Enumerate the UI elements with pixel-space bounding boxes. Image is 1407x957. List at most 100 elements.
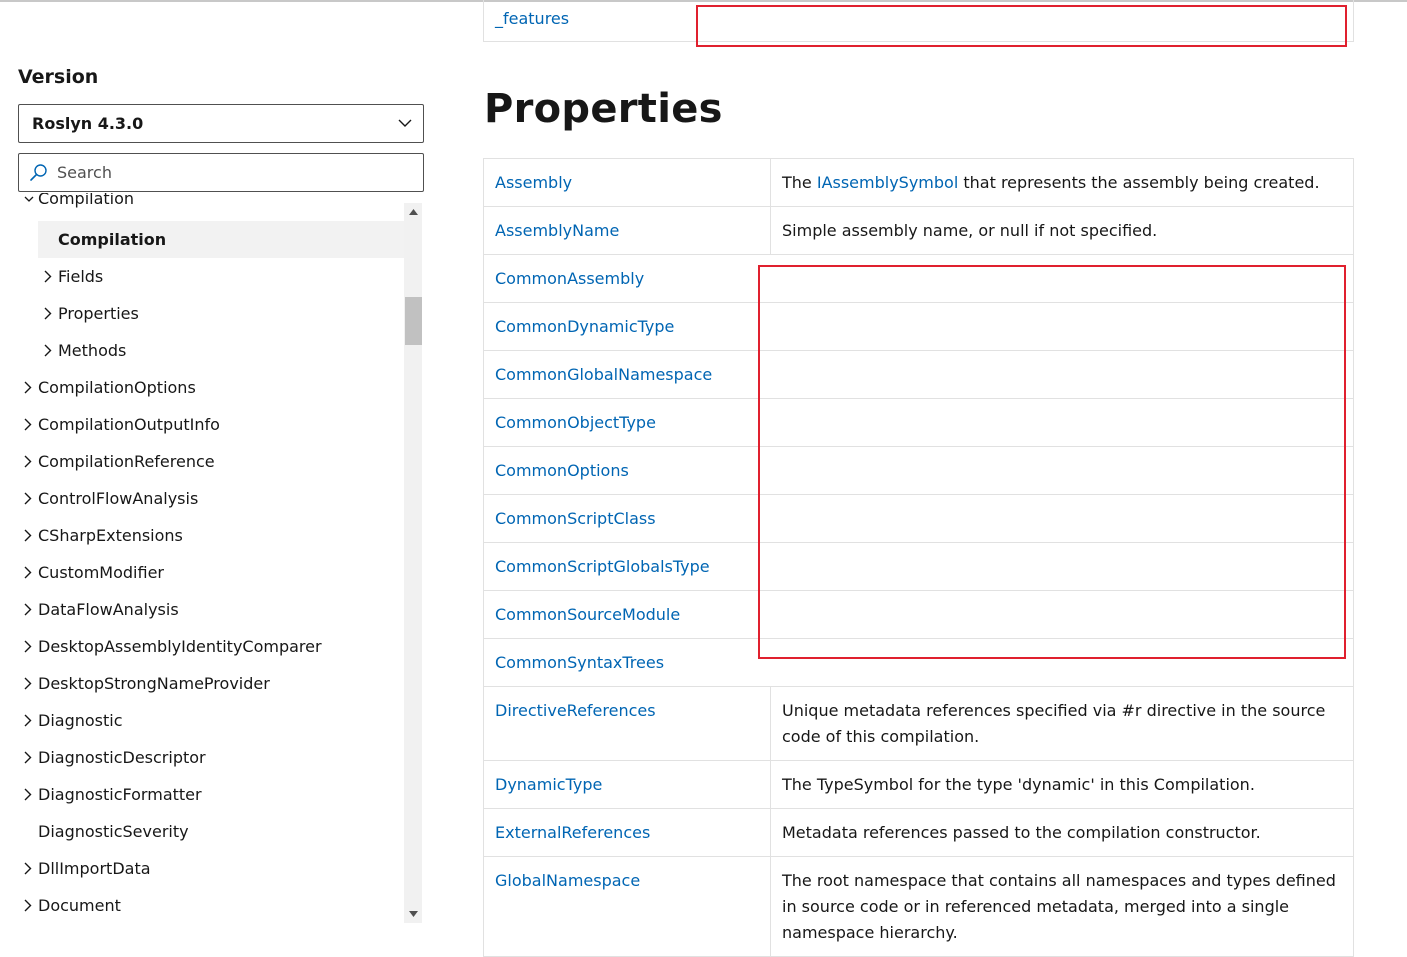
property-link[interactable]: CommonAssembly [495,269,644,288]
toc-item-label: CompilationOptions [38,378,196,397]
property-description-cell: Metadata references passed to the compil… [770,808,1354,857]
toc-item-label: CSharpExtensions [38,526,183,545]
property-link[interactable]: DirectiveReferences [495,701,656,720]
property-description-cell [770,590,1354,639]
chevron-right-icon [38,344,58,357]
property-name-cell: CommonGlobalNamespace [483,350,771,399]
toc-item-diagnosticformatter[interactable]: DiagnosticFormatter [18,776,404,813]
table-row: CommonSourceModule [483,590,1354,639]
toc-item-compilationreference[interactable]: CompilationReference [18,443,404,480]
property-description-cell [770,446,1354,495]
toc-item-label: CustomModifier [38,563,164,582]
property-link[interactable]: CommonScriptClass [495,509,656,528]
property-name-cell: AssemblyName [483,206,771,255]
property-name-cell: ExternalReferences [483,808,771,857]
table-row: CommonAssembly [483,254,1354,303]
chevron-right-icon [18,529,38,542]
table-of-contents: Compilation Compilation Fields Properties M… [18,193,424,923]
toc-item-diagnostic[interactable]: Diagnostic [18,702,404,739]
property-link[interactable]: CommonOptions [495,461,629,480]
toc-item-label: DesktopAssemblyIdentityComparer [38,637,322,656]
search-icon [19,163,57,182]
scroll-down-arrow-icon[interactable] [404,905,422,923]
table-row: DynamicType The TypeSymbol for the type '… [483,760,1354,809]
toc-item-label: DiagnosticFormatter [38,785,202,804]
table-row: Assembly The IAssemblySymbol that represe… [483,158,1354,207]
toc-item-compilation-parent[interactable]: Compilation [24,193,134,209]
toc-item-label: DesktopStrongNameProvider [38,674,270,693]
toc-item-dllimportdata[interactable]: DllImportData [18,850,404,887]
toc-item-csharpextensions[interactable]: CSharpExtensions [18,517,404,554]
property-link[interactable]: DynamicType [495,775,602,794]
table-row: CommonScriptClass [483,494,1354,543]
property-description-cell [770,254,1354,303]
chevron-right-icon [18,455,38,468]
property-link[interactable]: Assembly [495,173,572,192]
toc-item-diagnosticdescriptor[interactable]: DiagnosticDescriptor [18,739,404,776]
table-row: DirectiveReferences Unique metadata refer… [483,686,1354,761]
property-description-cell: The TypeSymbol for the type 'dynamic' in… [770,760,1354,809]
toc-item-compilationoptions[interactable]: CompilationOptions [18,369,404,406]
field-link-features[interactable]: _features [495,9,569,28]
version-label: Version [18,66,99,88]
sidebar-scrollbar[interactable] [404,203,422,923]
property-link[interactable]: ExternalReferences [495,823,650,842]
toc-item-diagnosticseverity[interactable]: DiagnosticSeverity [18,813,404,850]
table-row: GlobalNamespace The root namespace that c… [483,856,1354,957]
scrollbar-thumb[interactable] [405,297,422,345]
scroll-up-arrow-icon[interactable] [404,203,422,221]
description-type-link[interactable]: IAssemblySymbol [817,173,958,192]
table-row: CommonGlobalNamespace [483,350,1354,399]
toc-item-label: Methods [58,341,127,360]
toc-item-label: ControlFlowAnalysis [38,489,199,508]
property-description-cell [770,494,1354,543]
table-row: CommonObjectType [483,398,1354,447]
property-link[interactable]: CommonGlobalNamespace [495,365,712,384]
property-description-cell: Unique metadata references specified via… [770,686,1354,761]
toc-item-label: DllImportData [38,859,151,878]
chevron-right-icon [18,492,38,505]
toc-item-label: Document [38,896,121,915]
property-link[interactable]: CommonDynamicType [495,317,674,336]
sidebar: Version Roslyn 4.3.0 Compilation Compila… [18,0,424,943]
chevron-right-icon [18,751,38,764]
property-name-cell: CommonScriptGlobalsType [483,542,771,591]
property-link[interactable]: CommonObjectType [495,413,656,432]
property-description-cell: Simple assembly name, or null if not spe… [770,206,1354,255]
property-description-cell [770,350,1354,399]
toc-item-fields[interactable]: Fields [38,258,404,295]
toc-item-dataflowanalysis[interactable]: DataFlowAnalysis [18,591,404,628]
toc-item-label: DataFlowAnalysis [38,600,179,619]
toc-item-compilationoutputinfo[interactable]: CompilationOutputInfo [18,406,404,443]
toc-item-label: CompilationReference [38,452,215,471]
fields-table-last-row: _features [483,0,1354,42]
property-link[interactable]: GlobalNamespace [495,871,640,890]
version-select[interactable]: Roslyn 4.3.0 [18,104,424,143]
toc-item-document[interactable]: Document [18,887,404,923]
property-description-cell [770,542,1354,591]
toc-item-properties[interactable]: Properties [38,295,404,332]
description-text: The [782,173,817,192]
toc-item-custommodifier[interactable]: CustomModifier [18,554,404,591]
search-box[interactable] [18,153,424,192]
toc-item-methods[interactable]: Methods [38,332,404,369]
toc-item-compilation[interactable]: Compilation [38,221,404,258]
toc-item-label: Diagnostic [38,711,123,730]
chevron-right-icon [18,862,38,875]
toc-item-desktopstrongnameprovider[interactable]: DesktopStrongNameProvider [18,665,404,702]
property-link[interactable]: CommonSourceModule [495,605,680,624]
property-link[interactable]: CommonScriptGlobalsType [495,557,710,576]
property-link[interactable]: CommonSyntaxTrees [495,653,664,672]
toc-item-desktopassemblyidentitycomparer[interactable]: DesktopAssemblyIdentityComparer [18,628,404,665]
chevron-right-icon [18,899,38,912]
chevron-right-icon [18,677,38,690]
property-name-cell: CommonObjectType [483,398,771,447]
table-row: CommonOptions [483,446,1354,495]
search-input[interactable] [57,163,397,182]
description-text: Unique metadata references specified via… [782,701,1326,746]
toc-item-controlflowanalysis[interactable]: ControlFlowAnalysis [18,480,404,517]
description-text: Metadata references passed to the compil… [782,823,1261,842]
property-name-cell: CommonSyntaxTrees [483,638,771,687]
property-link[interactable]: AssemblyName [495,221,619,240]
property-name-cell: GlobalNamespace [483,856,771,957]
